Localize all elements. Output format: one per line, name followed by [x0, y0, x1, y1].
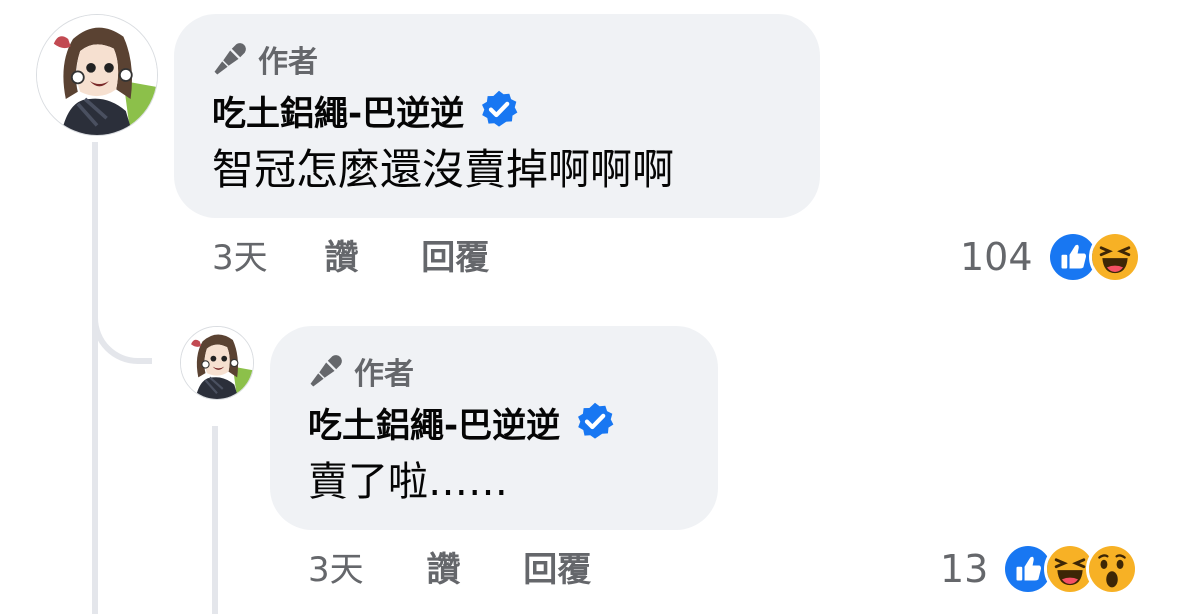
haha-icon: [1088, 231, 1141, 283]
reaction-summary[interactable]: 13: [940, 542, 1139, 596]
author-name[interactable]: 吃土鋁繩-巴逆逆: [308, 398, 560, 447]
timestamp[interactable]: 3天: [212, 238, 268, 278]
reply-button[interactable]: 回覆: [523, 550, 591, 590]
avatar-image: [37, 15, 157, 135]
reaction-count: 13: [940, 547, 989, 591]
avatar[interactable]: [180, 326, 254, 400]
author-badge: 作者: [308, 352, 414, 392]
like-button[interactable]: 讚: [426, 550, 460, 590]
microphone-icon: [212, 41, 248, 77]
comment-text: 智冠怎麼還沒賣掉啊啊啊: [212, 145, 675, 194]
timestamp[interactable]: 3天: [308, 550, 364, 590]
author-name[interactable]: 吃土鋁繩-巴逆逆: [212, 86, 464, 135]
microphone-icon: [308, 353, 344, 389]
reaction-count: 104: [960, 235, 1033, 279]
comment-actions: 3天 讚 回覆: [212, 234, 489, 282]
author-badge-label: 作者: [258, 45, 318, 80]
thread-line-reply: [212, 426, 218, 614]
author-name-row: 吃土鋁繩-巴逆逆: [308, 398, 616, 446]
comment-text: 賣了啦……: [308, 459, 508, 505]
avatar-image: [181, 327, 253, 399]
verified-badge-icon: [478, 89, 520, 131]
avatar[interactable]: [36, 14, 158, 136]
like-button[interactable]: 讚: [324, 238, 358, 278]
reply-button[interactable]: 回覆: [421, 238, 489, 278]
author-badge-label: 作者: [354, 357, 414, 392]
wow-icon: [1086, 543, 1139, 595]
author-badge: 作者: [212, 40, 318, 80]
comment-actions: 3天 讚 回覆: [308, 546, 591, 594]
author-name-row: 吃土鋁繩-巴逆逆: [212, 86, 520, 134]
reaction-summary[interactable]: 104: [960, 230, 1141, 284]
thread-line-main: [92, 142, 98, 614]
thread-line-branch: [92, 300, 152, 364]
verified-badge-icon: [574, 401, 616, 443]
